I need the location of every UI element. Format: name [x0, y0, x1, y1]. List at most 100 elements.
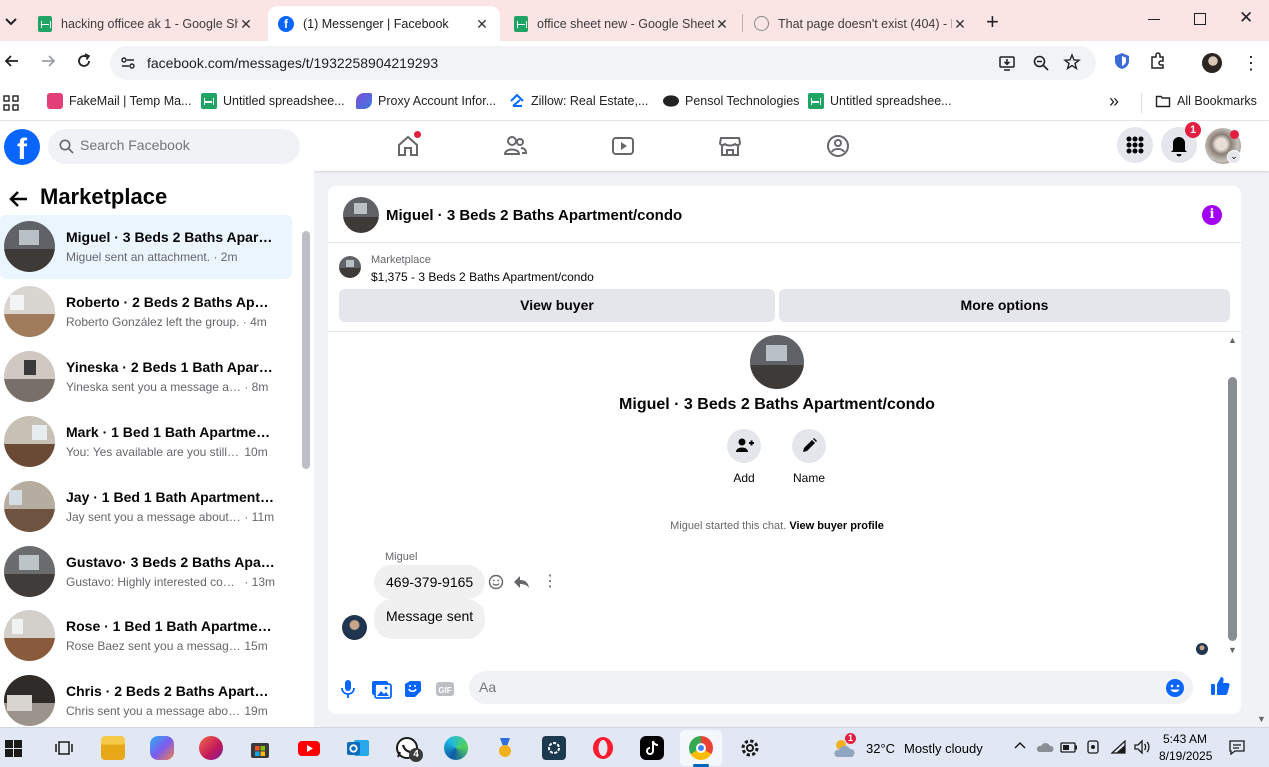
view-buyer-profile-link[interactable]: View buyer profile [789, 520, 884, 532]
listing-price-title[interactable]: $1,375 - 3 Beds 2 Baths Apartment/condo [371, 270, 594, 284]
bookmark-zillow[interactable]: Zillow: Real Estate,... [509, 93, 648, 109]
settings-gear-icon[interactable] [738, 736, 762, 760]
temperature[interactable]: 32°C [866, 741, 895, 756]
conversation-item[interactable]: Chris · 2 Beds 2 Baths Apartment/condo C… [0, 669, 292, 727]
restore-button[interactable] [1194, 13, 1206, 25]
search-input[interactable] [80, 137, 280, 153]
menu-icon[interactable]: ⋮ [1242, 53, 1260, 73]
new-tab-button[interactable]: + [986, 9, 999, 35]
page-scroll-down-arrow[interactable]: ▼ [1257, 714, 1266, 724]
tab-messenger[interactable]: f (1) Messenger | Facebook ✕ [268, 6, 500, 41]
reply-icon[interactable] [513, 574, 530, 590]
conversation-list-scrollbar[interactable] [302, 231, 310, 469]
battery-icon[interactable] [1060, 740, 1078, 754]
add-person-icon[interactable] [727, 429, 761, 463]
facebook-logo[interactable]: f [4, 129, 40, 165]
conversation-item[interactable]: Gustavo· 3 Beds 2 Baths Apartment/condo … [0, 540, 292, 604]
address-bar[interactable]: facebook.com/messages/t/1932258904219293 [110, 46, 1096, 80]
forward-icon[interactable] [38, 51, 62, 75]
microphone-icon[interactable] [337, 678, 359, 700]
all-bookmarks-button[interactable]: All Bookmarks [1155, 93, 1257, 109]
gear-app-icon[interactable] [542, 736, 566, 760]
chrome-icon[interactable] [689, 736, 713, 760]
groups-icon[interactable] [825, 133, 851, 159]
menu-grid-button[interactable] [1117, 127, 1153, 163]
reload-icon[interactable] [74, 51, 98, 75]
file-explorer-icon[interactable] [101, 736, 125, 760]
tab-404[interactable]: That page doesn't exist (404) - F ✕ [744, 6, 978, 41]
more-bookmarks-button[interactable]: » [1109, 91, 1119, 112]
message-bubble[interactable]: Message sent [374, 599, 486, 639]
chat-avatar[interactable] [343, 197, 379, 233]
home-icon[interactable] [395, 131, 421, 159]
view-buyer-button[interactable]: View buyer [339, 289, 775, 322]
conversation-item[interactable]: Miguel · 3 Beds 2 Baths Apartment/condo … [0, 215, 292, 279]
bookmark-proxy[interactable]: Proxy Account Infor... [356, 93, 496, 109]
pencil-icon[interactable] [792, 429, 826, 463]
friends-icon[interactable] [502, 133, 528, 159]
tab-search-icon[interactable] [2, 12, 20, 30]
bookmark-star-icon[interactable] [1063, 53, 1081, 71]
tab-sheet-1[interactable]: hacking officee ak 1 - Google Sh ✕ [28, 6, 264, 41]
bookmark-spreadsheet-2[interactable]: Untitled spreadshee... [808, 93, 952, 109]
weather-icon[interactable]: 1 [831, 733, 857, 759]
conversation-item[interactable]: Roberto · 2 Beds 2 Baths Apartment/condo… [0, 280, 292, 344]
back-arrow-icon[interactable] [8, 188, 30, 210]
microsoft-store-icon[interactable] [248, 736, 272, 760]
more-actions-icon[interactable]: ⋮ [542, 572, 558, 592]
conversation-item[interactable]: Mark · 1 Bed 1 Bath Apartment/condo You:… [0, 410, 292, 474]
medal-app-icon[interactable] [493, 736, 517, 760]
facebook-search[interactable] [48, 129, 300, 164]
outlook-icon[interactable] [346, 736, 370, 760]
scroll-down-arrow[interactable]: ▼ [1228, 645, 1237, 655]
wifi-icon[interactable] [1110, 739, 1128, 755]
message-input[interactable] [479, 679, 1159, 695]
sticker-icon[interactable] [402, 678, 424, 700]
bookmark-spreadsheet-1[interactable]: Untitled spreadshee... [201, 93, 345, 109]
marketplace-icon[interactable] [717, 133, 743, 159]
close-icon[interactable]: ✕ [474, 16, 490, 32]
tiktok-icon[interactable] [640, 736, 664, 760]
react-emoji-icon[interactable] [488, 574, 504, 590]
show-hidden-icons-chevron[interactable] [1012, 738, 1028, 754]
opera-icon[interactable] [591, 736, 615, 760]
message-bubble[interactable]: 469-379-9165 [374, 565, 486, 599]
task-view-icon[interactable] [52, 736, 76, 760]
location-icon[interactable] [1085, 739, 1101, 755]
notifications-button[interactable]: 1 [1161, 122, 1201, 163]
emoji-icon[interactable] [1165, 678, 1185, 698]
chat-title[interactable]: Miguel · 3 Beds 2 Baths Apartment/condo [386, 207, 682, 224]
weather-condition[interactable]: Mostly cloudy [904, 741, 983, 756]
bookmark-fakemail[interactable]: FakeMail | Temp Ma... [47, 93, 192, 109]
shield-extension-icon[interactable] [1112, 51, 1136, 75]
copilot-icon[interactable] [150, 736, 174, 760]
site-info-icon[interactable] [120, 55, 136, 71]
zoom-icon[interactable] [1032, 54, 1050, 72]
volume-icon[interactable] [1133, 739, 1151, 755]
whatsapp-icon[interactable]: 4 [395, 736, 423, 762]
clock-date[interactable]: 8/19/2025 [1159, 749, 1212, 763]
conversation-item[interactable]: Jay · 1 Bed 1 Bath Apartment/condo Jay s… [0, 475, 292, 539]
install-app-icon[interactable] [998, 54, 1016, 72]
message-input-box[interactable] [469, 671, 1193, 704]
watch-icon[interactable] [610, 133, 636, 159]
conversation-item[interactable]: Yineska · 2 Beds 1 Bath Apartment/condo … [0, 345, 292, 409]
info-icon[interactable]: i [1202, 205, 1222, 225]
notification-center-icon[interactable] [1228, 739, 1246, 755]
name-action[interactable]: Name [784, 429, 834, 485]
add-action[interactable]: Add [719, 429, 769, 485]
close-icon[interactable]: ✕ [238, 16, 254, 32]
tab-sheet-2[interactable]: office sheet new - Google Sheets ✕ [504, 6, 740, 41]
like-icon[interactable] [1209, 675, 1231, 697]
profile-avatar[interactable] [1202, 53, 1222, 73]
extensions-icon[interactable] [1148, 51, 1172, 75]
minimize-button[interactable] [1148, 19, 1160, 20]
close-window-button[interactable]: ✕ [1239, 8, 1253, 28]
bookmark-pensol[interactable]: Pensol Technologies [663, 93, 799, 109]
onedrive-icon[interactable] [1036, 740, 1054, 754]
edge-icon[interactable] [444, 736, 468, 760]
youtube-icon[interactable] [297, 736, 321, 760]
photo-icon[interactable] [370, 678, 392, 700]
more-options-button[interactable]: More options [779, 289, 1230, 322]
scroll-up-arrow[interactable]: ▲ [1228, 335, 1237, 345]
